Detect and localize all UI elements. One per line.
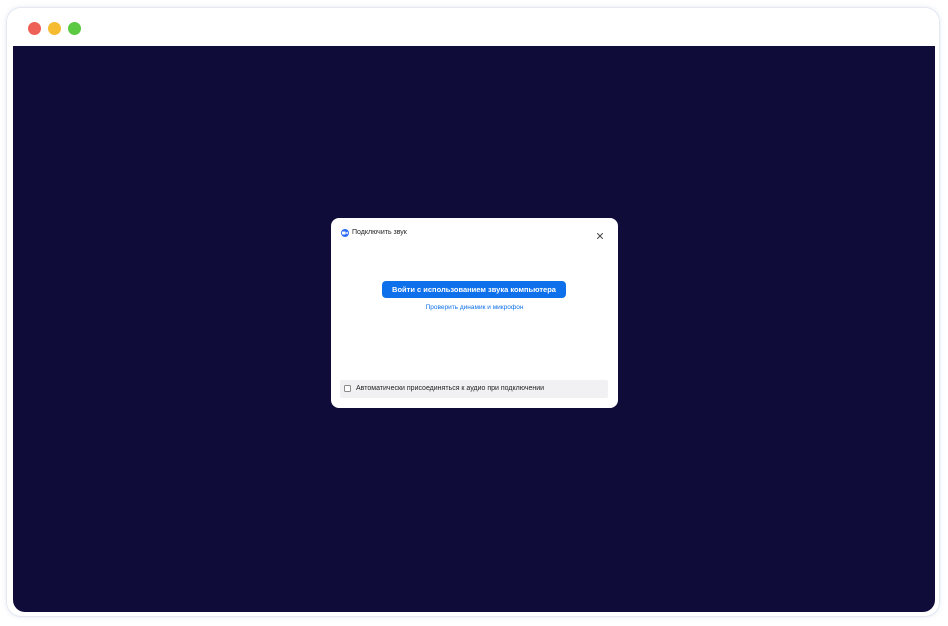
meeting-background: Подключить звук Войти с использованием з…	[13, 46, 935, 612]
dialog-title: Подключить звук	[352, 229, 407, 236]
auto-join-label: Автоматически присоединяться к аудио при…	[356, 385, 545, 392]
app-window: Подключить звук Войти с использованием з…	[7, 8, 939, 616]
window-maximize-button[interactable]	[68, 22, 81, 35]
test-speaker-mic-link[interactable]: Проверить динамик и микрофон	[331, 303, 618, 312]
zoom-camera-icon	[341, 229, 349, 237]
window-close-button[interactable]	[28, 22, 41, 35]
auto-join-checkbox[interactable]	[344, 385, 351, 392]
window-titlebar	[7, 8, 939, 46]
close-icon[interactable]	[595, 228, 605, 239]
window-minimize-button[interactable]	[48, 22, 61, 35]
join-computer-audio-button[interactable]: Войти с использованием звука компьютера	[382, 281, 566, 298]
join-audio-dialog: Подключить звук Войти с использованием з…	[331, 218, 618, 408]
auto-join-audio-row[interactable]: Автоматически присоединяться к аудио при…	[340, 380, 608, 398]
